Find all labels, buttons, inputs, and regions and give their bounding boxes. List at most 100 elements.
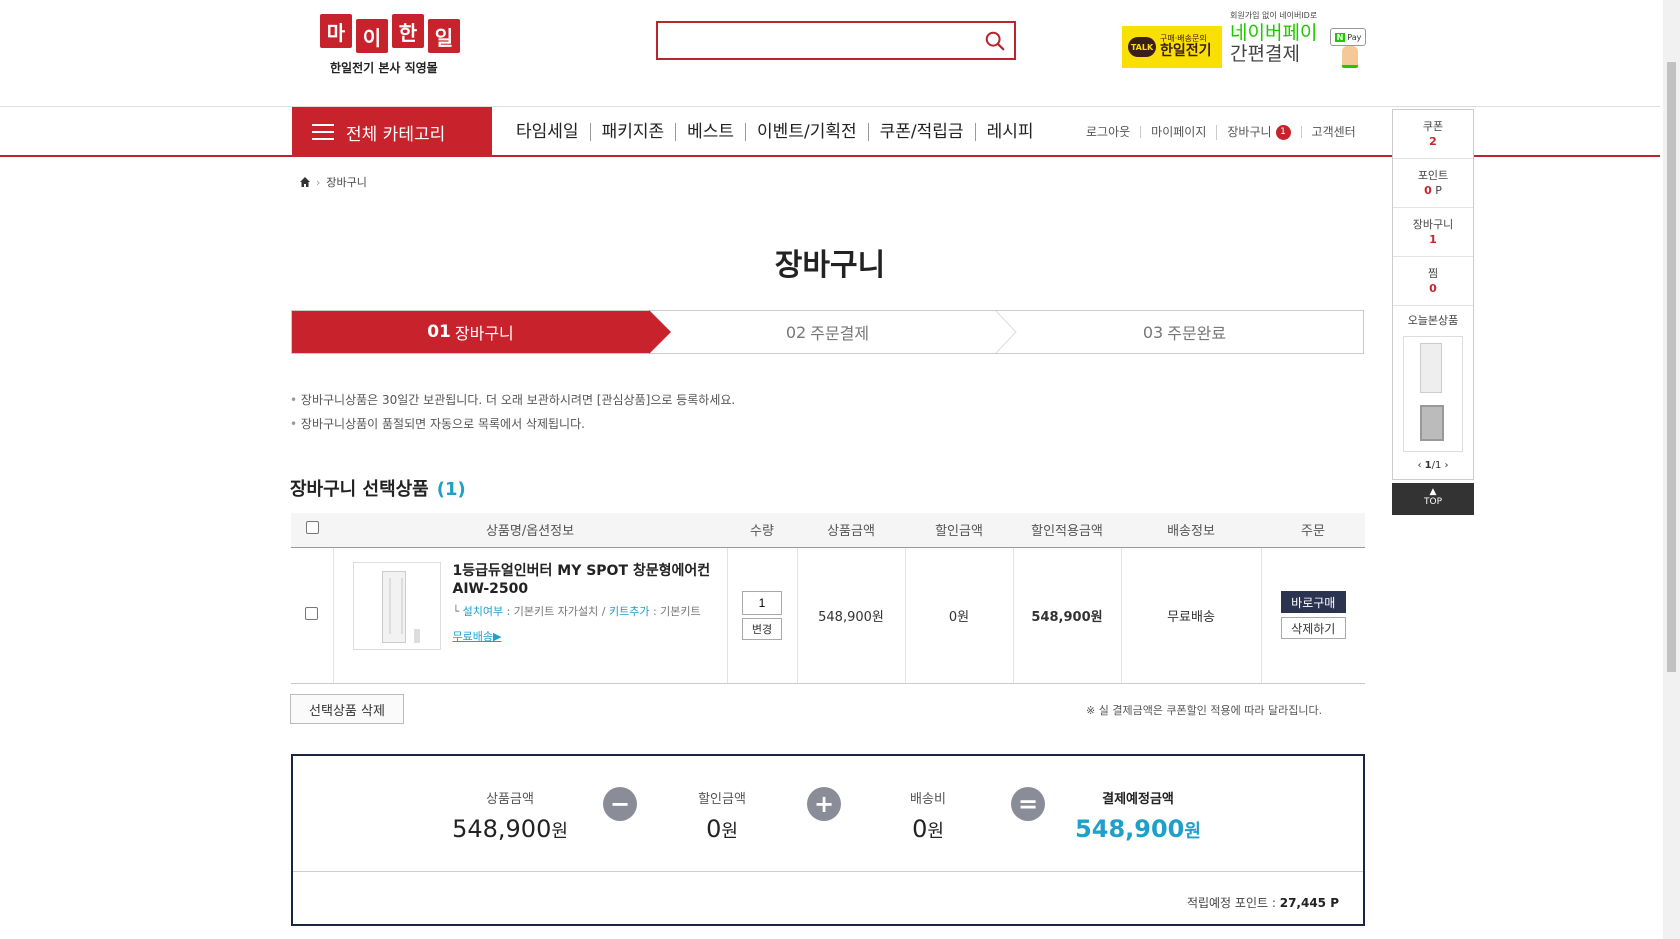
- all-category-label: 전체 카테고리: [346, 124, 446, 145]
- discount-cell: 0원: [904, 547, 1013, 684]
- logo-char: 한: [392, 14, 424, 48]
- minus-icon: −: [603, 787, 637, 821]
- cart-notes: 장바구니상품은 30일간 보관됩니다. 더 오래 보관하시려면 [관심상품]으로…: [290, 388, 735, 436]
- summary-discount: 할인금액 0원: [698, 792, 746, 843]
- npay-icon: N Pay: [1330, 28, 1366, 46]
- hand-icon: [1342, 46, 1358, 68]
- cart-link-label: 장바구니: [1227, 125, 1272, 139]
- scrollbar-thumb[interactable]: [1667, 62, 1676, 672]
- delete-selected-button[interactable]: 선택상품 삭제: [290, 694, 404, 724]
- select-all-cell: [291, 513, 333, 548]
- menu-item-recipe[interactable]: 레시피: [974, 123, 1045, 141]
- quick-point-label: 포인트: [1417, 169, 1449, 182]
- pager-prev-icon[interactable]: ‹: [1417, 460, 1421, 471]
- menu-item-best[interactable]: 베스트: [675, 123, 745, 141]
- step-checkout: 02 주문결제: [785, 322, 870, 344]
- kakao-talk-banner[interactable]: TALK 구매·배송문의 한일전기: [1122, 26, 1222, 68]
- utility-menu: 로그아웃 마이페이지 장바구니 1 고객센터: [1076, 107, 1366, 157]
- quick-point[interactable]: 포인트 0 P: [1393, 159, 1473, 208]
- free-shipping-link[interactable]: 무료배송▶: [453, 628, 502, 644]
- summary-shipping: 배송비 0원: [910, 792, 946, 843]
- summary-product: 상품금액 548,900원: [452, 792, 568, 843]
- all-category-button[interactable]: 전체 카테고리: [292, 107, 492, 157]
- mypage-link[interactable]: 마이페이지: [1140, 126, 1216, 138]
- page-scrollbar[interactable]: [1663, 0, 1680, 939]
- step-arrow: [995, 311, 1017, 353]
- header-discount: 할인금액: [905, 513, 1013, 548]
- logo-char: 마: [320, 14, 352, 48]
- pager-next-icon[interactable]: ›: [1445, 460, 1449, 471]
- naver-pay-banner[interactable]: 회원가입 없이 네이버ID로 네이버페이 간편결제 N Pay: [1230, 10, 1370, 74]
- quick-menu: 쿠폰 2 포인트 0 P 장바구니 1 찜 0 오늘본상품 ‹ 1/1 ›: [1392, 109, 1474, 480]
- menu-item-coupon[interactable]: 쿠폰/적립금: [867, 123, 975, 141]
- main-menu: 타임세일 패키지존 베스트 이벤트/기획전 쿠폰/적립금 레시피: [505, 107, 1044, 157]
- logo-char: 이: [356, 19, 388, 53]
- menu-item-event[interactable]: 이벤트/기획전: [745, 123, 868, 141]
- equals-icon: =: [1011, 787, 1045, 821]
- cart-count-badge: 1: [1275, 124, 1291, 140]
- pager-current: 1: [1424, 460, 1432, 471]
- quick-coupon-label: 쿠폰: [1422, 120, 1444, 133]
- product-name[interactable]: 1등급듀얼인버터 MY SPOT 창문형에어컨 AIW-2500: [453, 562, 713, 598]
- customer-center-link[interactable]: 고객센터: [1300, 126, 1366, 138]
- step-cart: 01 장바구니: [292, 311, 649, 353]
- cart-table: 상품명/옵션정보 수량 상품금액 할인금액 할인적용금액 배송정보 주문 1등급…: [291, 513, 1365, 684]
- page-title: 장바구니: [774, 248, 886, 283]
- payment-note: ※ 실 결제금액은 쿠폰할인 적용에 따라 달라집니다.: [1086, 704, 1323, 717]
- scroll-top-button[interactable]: ▲ TOP: [1392, 483, 1474, 515]
- change-qty-button[interactable]: 변경: [742, 617, 782, 640]
- logout-link[interactable]: 로그아웃: [1076, 126, 1140, 138]
- order-summary: 상품금액 548,900원 − 할인금액 0원 + 배송비 0원 = 결제예정금…: [291, 754, 1365, 926]
- table-row: 1등급듀얼인버터 MY SPOT 창문형에어컨 AIW-2500 └ 설치여부 …: [291, 547, 1365, 684]
- header-delivery: 배송정보: [1121, 513, 1261, 548]
- cart-link[interactable]: 장바구니 1: [1216, 124, 1300, 140]
- header-order: 주문: [1261, 513, 1365, 548]
- plus-icon: +: [807, 787, 841, 821]
- breadcrumb-current: 장바구니: [326, 176, 367, 189]
- header-price: 상품금액: [797, 513, 905, 548]
- search-icon[interactable]: [984, 30, 1006, 52]
- logo-char: 일: [428, 19, 460, 53]
- row-checkbox[interactable]: [305, 606, 319, 620]
- order-steps: 01 장바구니 02 주문결제 03 주문완료: [291, 310, 1364, 354]
- home-icon[interactable]: [300, 177, 310, 187]
- quick-cart-label: 장바구니: [1412, 218, 1454, 231]
- note-item: 장바구니상품은 30일간 보관됩니다. 더 오래 보관하시려면 [관심상품]으로…: [290, 388, 735, 412]
- select-all-checkbox[interactable]: [305, 521, 319, 535]
- delete-item-button[interactable]: 삭제하기: [1280, 617, 1346, 639]
- product-image[interactable]: [352, 561, 441, 650]
- order-cell: 바로구매 삭제하기: [1260, 547, 1365, 684]
- recent-product-thumbnail[interactable]: [1403, 336, 1463, 452]
- final-price-cell: 548,900원: [1012, 547, 1121, 684]
- naver-pay-note: 회원가입 없이 네이버ID로: [1230, 11, 1318, 20]
- kakao-talk-icon: TALK: [1128, 37, 1156, 57]
- quantity-input[interactable]: [742, 590, 782, 615]
- quick-point-value: 0: [1424, 184, 1432, 197]
- menu-item-timesale[interactable]: 타임세일: [505, 123, 590, 141]
- breadcrumb: › 장바구니: [300, 174, 367, 190]
- quick-coupon[interactable]: 쿠폰 2: [1393, 110, 1473, 159]
- product-options: └ 설치여부 : 기본키트 자가설치 / 키트추가 : 기본키트: [452, 604, 701, 618]
- expected-points: 적립예정 포인트 : 27,445 P: [1186, 896, 1339, 910]
- step-arrow: [649, 310, 671, 354]
- search-box: [656, 21, 1016, 60]
- talk-title: 한일전기: [1160, 42, 1212, 59]
- qty-cell: 변경: [726, 547, 797, 684]
- summary-total: 결제예정금액 548,900원: [1075, 792, 1201, 843]
- product-cell: 1등급듀얼인버터 MY SPOT 창문형에어컨 AIW-2500 └ 설치여부 …: [332, 547, 727, 684]
- recent-products-label: 오늘본상품: [1407, 314, 1459, 327]
- search-input[interactable]: [658, 23, 958, 58]
- buy-now-button[interactable]: 바로구매: [1280, 591, 1346, 613]
- selected-count: (1): [436, 479, 466, 500]
- recent-products: 오늘본상품 ‹ 1/1 ›: [1393, 306, 1473, 471]
- selected-products-title: 장바구니 선택상품 (1): [290, 479, 466, 500]
- quick-point-unit: P: [1435, 184, 1442, 197]
- quick-coupon-value: 2: [1429, 135, 1437, 148]
- delivery-cell: 무료배송: [1120, 547, 1261, 684]
- step-complete: 03 주문완료: [1142, 322, 1227, 344]
- recent-pager: ‹ 1/1 ›: [1393, 460, 1473, 471]
- menu-item-package[interactable]: 패키지존: [589, 123, 676, 141]
- header-qty: 수량: [727, 513, 797, 548]
- top-label: TOP: [1423, 497, 1442, 507]
- site-logo[interactable]: 마 이 한 일: [320, 14, 460, 53]
